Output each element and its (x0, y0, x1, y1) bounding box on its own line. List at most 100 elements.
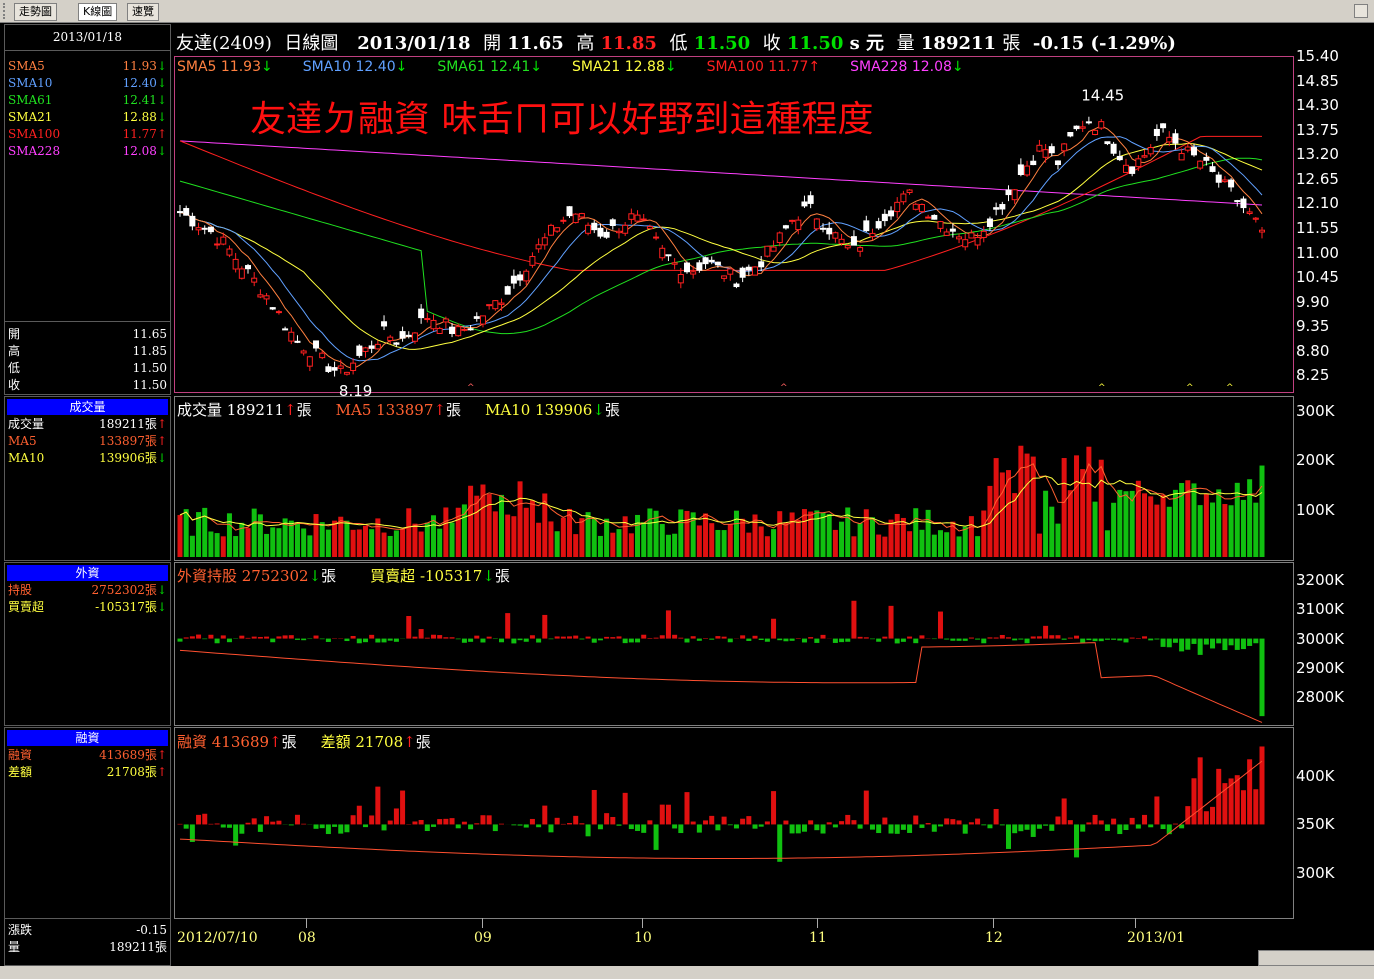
candle-body (776, 232, 783, 244)
candle-body (875, 221, 882, 229)
foreign-bar (715, 636, 721, 639)
volume-bar (808, 511, 814, 557)
margin-bar (1086, 822, 1092, 825)
axis-tick-label: 13.75 (1296, 120, 1339, 139)
foreign-bar (1117, 638, 1123, 641)
margin-bar (1135, 824, 1141, 829)
volume-bar (764, 536, 770, 557)
margin-bar (696, 824, 702, 833)
volume-bar (369, 529, 375, 557)
margin-bar (288, 824, 294, 826)
candle-body (288, 331, 295, 342)
legend-text: SMA61 12.41 (437, 59, 531, 75)
candle-body (733, 283, 740, 288)
candle-body (838, 238, 845, 244)
volume-bar (511, 516, 517, 557)
candle-body (832, 232, 839, 239)
horizontal-scrollbar[interactable] (1258, 950, 1374, 966)
volume-bar (443, 507, 449, 557)
candle-body (245, 265, 252, 270)
margin-bar (993, 808, 999, 825)
candle-body (251, 277, 258, 283)
axis-tick-label: 14.30 (1296, 96, 1339, 115)
candle-body (436, 327, 443, 334)
candle-body (201, 227, 208, 230)
margin-bar (678, 824, 684, 834)
volume-bar (548, 521, 554, 557)
volume-bar (313, 514, 319, 557)
candle-body (782, 225, 789, 229)
candle-body (615, 230, 622, 234)
volume-bar (894, 513, 900, 557)
candle-body (1153, 128, 1160, 137)
legend-text: SMA21 12.88 (571, 59, 665, 75)
foreign-bar (1142, 636, 1148, 639)
margin-bar (356, 805, 362, 825)
foreign-bar (993, 637, 999, 639)
volume-bar (393, 530, 399, 557)
volume-bar (251, 508, 257, 557)
foreign-bar (610, 637, 616, 639)
foreign-bar (189, 636, 195, 639)
candle-body (1203, 156, 1210, 161)
axis-tick-label: 9.35 (1296, 317, 1330, 336)
volume-bar (733, 510, 739, 557)
foreign-bar (542, 614, 548, 639)
volume-bar (449, 522, 455, 557)
volume-bar (1259, 465, 1265, 557)
date-tick-label: 08 (298, 930, 316, 946)
margin-bar (461, 821, 467, 825)
volume-bar (1191, 483, 1197, 557)
legend-text: MA10 139906 (484, 401, 593, 419)
legend-unit: 張 (604, 401, 620, 419)
volume-bar (789, 512, 795, 557)
candle-body (572, 213, 579, 224)
volume-bar (301, 528, 307, 557)
margin-bar (443, 818, 449, 825)
foreign-bar (294, 638, 300, 640)
date-tick-label: 2013/01 (1127, 930, 1186, 946)
volume-bar (641, 522, 647, 557)
volume-bar (907, 531, 913, 557)
margin-bar (913, 815, 919, 825)
candle-body (1160, 123, 1167, 129)
volume-bar (1024, 453, 1030, 557)
volume-bar (468, 485, 474, 557)
foreign-bar (579, 638, 585, 640)
foreign-bar (474, 635, 480, 639)
margin-bar (196, 814, 202, 825)
foreign-bar (746, 638, 752, 641)
foreign-bar (857, 636, 863, 639)
volume-bar (1074, 455, 1080, 557)
candle-body (714, 261, 721, 266)
volume-bar (869, 517, 875, 557)
margin-bar (672, 824, 678, 829)
margin-bar (777, 824, 783, 862)
foreign-bar (418, 629, 424, 639)
legend-unit: 張 (281, 733, 297, 751)
candle-body (220, 236, 227, 245)
margin-bar (709, 815, 715, 825)
volume-bar (1240, 499, 1246, 557)
foreign-bar (684, 638, 690, 643)
candle-body (881, 213, 888, 222)
margin-bar (468, 824, 474, 830)
margin-bar (752, 824, 758, 829)
foreign-bar (808, 637, 814, 639)
axis-tick-label: 3200K (1296, 570, 1345, 589)
margin-bar (863, 790, 869, 825)
foreign-bar (968, 637, 974, 639)
margin-bar (362, 824, 368, 828)
foreign-bar (1111, 638, 1117, 640)
foreign-bar (319, 638, 325, 640)
foreign-bar (177, 638, 183, 642)
candle-body (195, 227, 202, 231)
overlay-caption: 友達ㄉ融資 味舌ㄇ可以好野到這種程度 (250, 99, 874, 140)
candle-body (1079, 126, 1086, 129)
margin-bar (635, 824, 641, 831)
foreign-bar (727, 638, 733, 643)
foreign-bar (270, 638, 276, 643)
foreign-bar (455, 638, 461, 640)
volume-bar (597, 535, 603, 557)
candle-body (517, 274, 524, 281)
